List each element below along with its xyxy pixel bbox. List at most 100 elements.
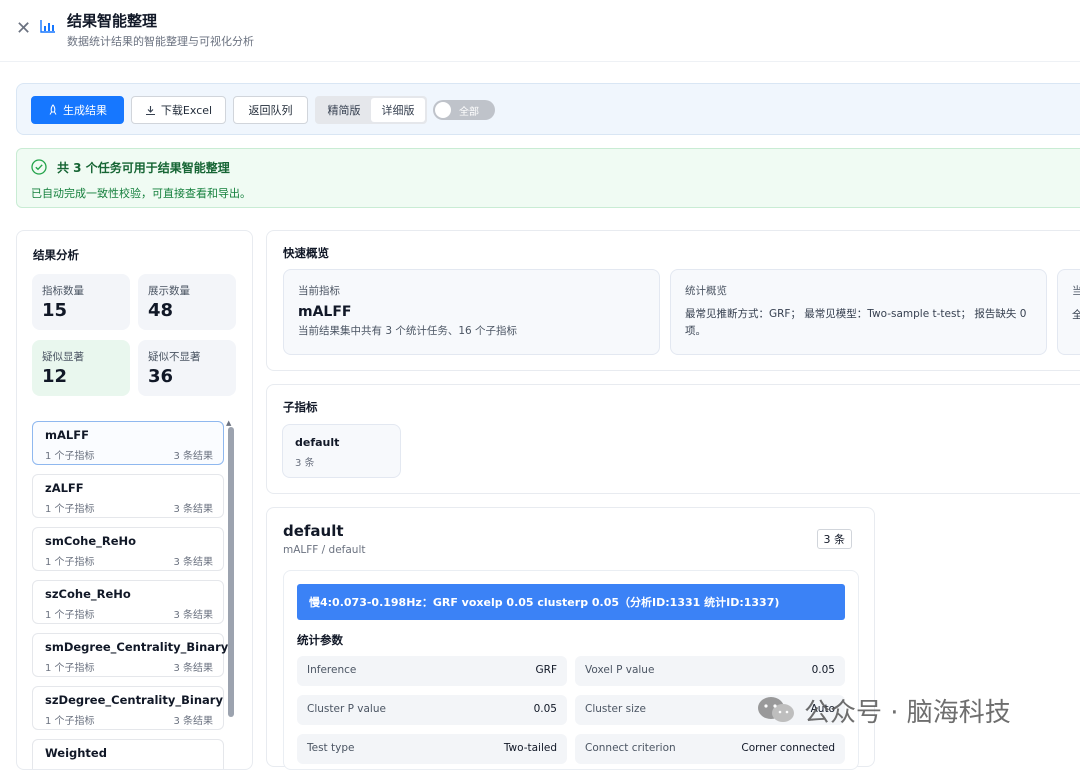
- stats-overview-box: 统计概览 最常见推断方式：GRF； 最常见模型：Two-sample t-tes…: [670, 269, 1047, 355]
- sub-index-chip-default[interactable]: default 3 条: [282, 424, 401, 478]
- metric-name: szDegree_Centrality_Binary: [45, 693, 223, 707]
- stat-label: 疑似不显著: [148, 351, 201, 363]
- success-alert: 共 3 个任务可用于结果智能整理 已自动完成一致性校验，可直接查看和导出。: [16, 148, 1080, 208]
- param-test-type: Test type Two-tailed: [297, 734, 567, 764]
- app-header: ✕ 结果智能整理 数据统计结果的智能整理与可视化分析: [0, 0, 1080, 62]
- toolbar: 生成结果 下载Excel 返回队列 精简版 详细版 全部: [16, 83, 1080, 135]
- detail-title: default: [283, 522, 344, 540]
- close-icon[interactable]: ✕: [16, 18, 31, 39]
- current-metric-desc: 当前结果集中共有 3 个统计任务、16 个子指标: [298, 325, 518, 337]
- param-value: Two-tailed: [503, 742, 557, 754]
- metric-result-count: 3 条结果: [173, 451, 213, 462]
- metric-sub-count: 1 个子指标: [45, 557, 95, 568]
- metric-item-smcohe-reho[interactable]: smCohe_ReHo 1 个子指标 3 条结果: [32, 527, 224, 571]
- third-overview-box: 当 全: [1057, 269, 1080, 355]
- stat-value: 12: [42, 366, 68, 387]
- stat-not-significant: 疑似不显著 36: [138, 340, 236, 396]
- stats-overview-text: 最常见推断方式：GRF； 最常见模型：Two-sample t-test； 报告…: [685, 308, 1027, 337]
- wechat-icon: [758, 697, 794, 722]
- current-metric-heading: 当前指标: [298, 285, 340, 297]
- stat-label: 疑似显著: [42, 351, 84, 363]
- stat-value: 48: [148, 300, 174, 321]
- metric-item-zalff[interactable]: zALFF 1 个子指标 3 条结果: [32, 474, 224, 518]
- quick-overview-card: 快速概览 当前指标 mALFF 当前结果集中共有 3 个统计任务、16 个子指标…: [266, 230, 1080, 371]
- rocket-icon: [49, 104, 57, 115]
- param-value: 0.05: [811, 664, 835, 676]
- overview-title: 快速概览: [283, 246, 329, 260]
- param-voxel-p: Voxel P value 0.05: [575, 656, 845, 686]
- analysis-panel: 结果分析 指标数量 15 展示数量 48 疑似显著 12 疑似不显著 36 ▲ …: [16, 230, 253, 770]
- third-overview-heading: 当: [1072, 285, 1080, 297]
- toggle-label: 全部: [459, 107, 479, 118]
- result-banner[interactable]: 慢4:0.073-0.198Hz：GRF voxelp 0.05 cluster…: [297, 584, 845, 620]
- result-entry: 慢4:0.073-0.198Hz：GRF voxelp 0.05 cluster…: [283, 570, 859, 770]
- watermark-text: 公众号 · 脑海科技: [804, 697, 1011, 728]
- toggle-knob: [435, 102, 451, 118]
- watermark: 公众号 · 脑海科技: [756, 692, 1011, 728]
- metric-name: smDegree_Centrality_Binary: [45, 640, 229, 654]
- metric-result-count: 3 条结果: [173, 557, 213, 568]
- show-all-toggle[interactable]: 全部: [433, 100, 495, 120]
- sub-index-title: 子指标: [283, 400, 318, 414]
- metric-result-count: 3 条结果: [173, 663, 213, 674]
- metric-item-malff[interactable]: mALFF 1 个子指标 3 条结果: [32, 421, 224, 465]
- metric-sub-count: 1 个子指标: [45, 716, 95, 727]
- param-key: Voxel P value: [585, 664, 655, 676]
- metric-sub-count: 1 个子指标: [45, 504, 95, 515]
- download-icon: [145, 105, 155, 115]
- version-segmented: 精简版 详细版: [315, 96, 427, 124]
- back-label: 返回队列: [248, 104, 293, 117]
- detail-breadcrumb: mALFF / default: [283, 544, 366, 556]
- param-connect-criterion: Connect criterion Corner connected: [575, 734, 845, 764]
- current-metric-box: 当前指标 mALFF 当前结果集中共有 3 个统计任务、16 个子指标: [283, 269, 660, 355]
- back-to-queue-button[interactable]: 返回队列: [233, 96, 308, 124]
- metric-name: Weighted: [45, 746, 107, 760]
- param-key: Inference: [307, 664, 357, 676]
- stat-value: 15: [42, 300, 68, 321]
- metric-result-count: 3 条结果: [173, 716, 213, 727]
- param-key: Test type: [307, 742, 355, 754]
- stat-significant: 疑似显著 12: [32, 340, 130, 396]
- stat-label: 展示数量: [148, 285, 190, 297]
- metric-item-szdegree-centrality-binary[interactable]: szDegree_Centrality_Binary 1 个子指标 3 条结果: [32, 686, 224, 730]
- param-key: Cluster size: [585, 703, 646, 715]
- page-subtitle: 数据统计结果的智能整理与可视化分析: [67, 35, 254, 48]
- metric-sub-count: 1 个子指标: [45, 663, 95, 674]
- mode-option-detailed[interactable]: 详细版: [371, 98, 425, 122]
- analysis-title: 结果分析: [33, 248, 79, 262]
- param-cluster-p: Cluster P value 0.05: [297, 695, 567, 725]
- metric-sub-count: 1 个子指标: [45, 610, 95, 621]
- metric-item-szcohe-reho[interactable]: szCohe_ReHo 1 个子指标 3 条结果: [32, 580, 224, 624]
- detail-card: default mALFF / default 3 条 慢4:0.073-0.1…: [266, 507, 875, 770]
- metric-sub-count: 1 个子指标: [45, 451, 95, 462]
- generate-label: 生成结果: [63, 104, 107, 117]
- stat-value: 36: [148, 366, 174, 387]
- param-value: 0.05: [533, 703, 557, 715]
- chip-name: default: [295, 436, 340, 449]
- param-key: Cluster P value: [307, 703, 386, 715]
- stat-display-count: 展示数量 48: [138, 274, 236, 330]
- param-value: GRF: [535, 664, 557, 676]
- third-overview-text: 全: [1072, 309, 1080, 321]
- alert-description: 已自动完成一致性校验，可直接查看和导出。: [31, 187, 251, 200]
- stats-overview-heading: 统计概览: [685, 285, 727, 297]
- stat-metric-count: 指标数量 15: [32, 274, 130, 330]
- download-excel-button[interactable]: 下载Excel: [131, 96, 226, 124]
- result-count-badge: 3 条: [816, 529, 852, 549]
- generate-button[interactable]: 生成结果: [31, 96, 124, 124]
- param-inference: Inference GRF: [297, 656, 567, 686]
- metric-name: zALFF: [45, 481, 84, 495]
- metric-item-smdegree-centrality-binary[interactable]: smDegree_Centrality_Binary 1 个子指标 3 条结果: [32, 633, 228, 677]
- current-metric-value: mALFF: [298, 304, 352, 320]
- metric-item-weighted[interactable]: Weighted: [32, 739, 224, 769]
- scroll-up-arrow-icon[interactable]: ▲: [226, 419, 231, 427]
- metric-name: smCohe_ReHo: [45, 534, 137, 548]
- alert-title: 共 3 个任务可用于结果智能整理: [57, 161, 230, 175]
- metric-list-scrollbar[interactable]: [228, 427, 234, 717]
- param-key: Connect criterion: [585, 742, 676, 754]
- mode-option-simple[interactable]: 精简版: [317, 98, 371, 122]
- chip-count: 3 条: [295, 458, 315, 469]
- params-title: 统计参数: [297, 633, 343, 647]
- sub-index-card: 子指标 default 3 条: [266, 384, 1080, 494]
- stat-label: 指标数量: [42, 285, 84, 297]
